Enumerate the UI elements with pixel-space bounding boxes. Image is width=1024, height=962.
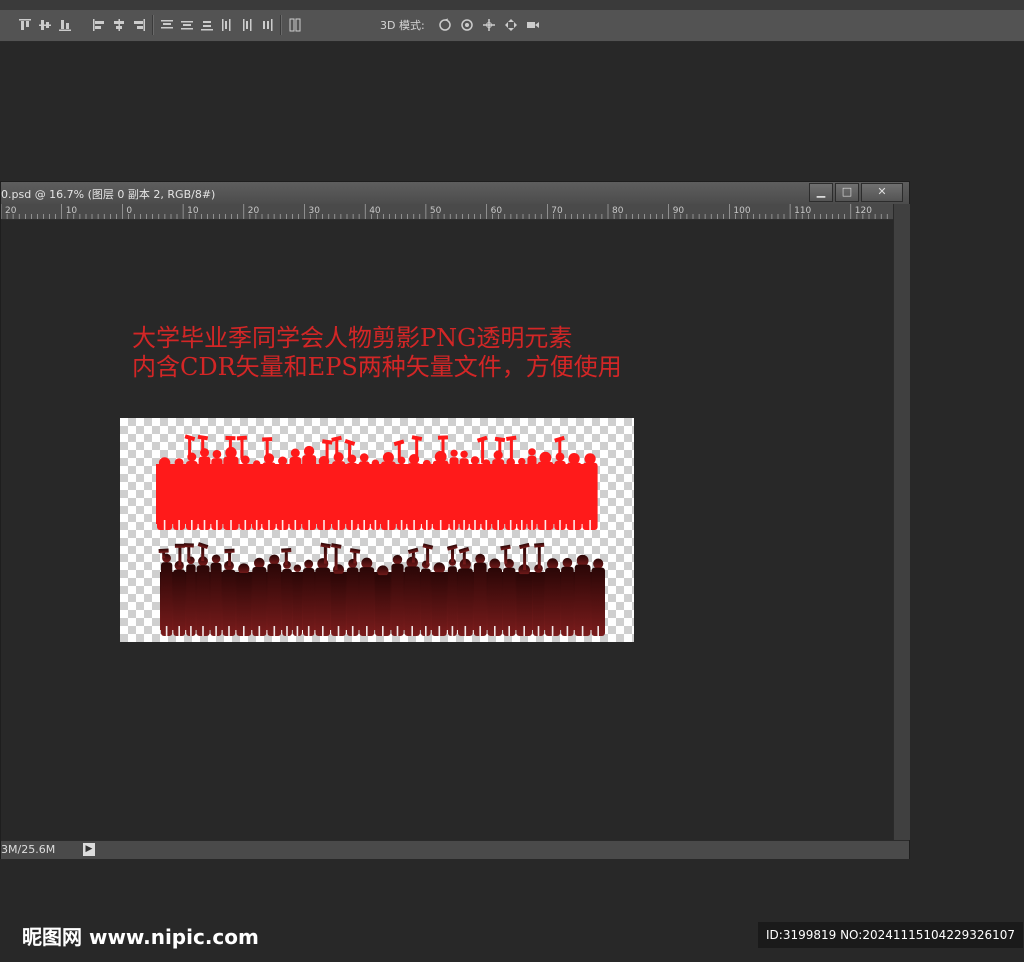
- ruler-label: 80: [612, 206, 624, 216]
- distribute-bottom-icon[interactable]: [200, 18, 214, 32]
- dark-crowd-silhouette: [158, 542, 605, 636]
- ruler-label: 20: [247, 206, 260, 216]
- distribute-left-icon[interactable]: [220, 18, 234, 32]
- canvas-text-line2: 内含CDR矢量和EPS两种矢量文件，方便使用: [132, 353, 622, 381]
- document-titlebar[interactable]: 0.psd @ 16.7% (图层 0 副本 2, RGB/8#) ▁ □ ✕: [1, 182, 909, 204]
- status-bar: 3M/25.6M ▶: [1, 840, 909, 859]
- align-left-icon[interactable]: [92, 18, 106, 32]
- ruler-label: 20: [5, 206, 17, 216]
- ruler-label: 10: [65, 206, 78, 216]
- distribute-top-icon[interactable]: [160, 18, 174, 32]
- ruler-label: 70: [551, 206, 563, 216]
- silhouette-artwork: [120, 418, 634, 642]
- nipic-logo: 昵图网 www.nipic.com: [22, 925, 259, 949]
- 3d-tools-group: [438, 16, 540, 34]
- image-id-label: ID:3199819 NO:20241115104229326107: [758, 922, 1024, 948]
- menu-strip: [0, 0, 1024, 10]
- toolbar-separator: [152, 15, 154, 35]
- ruler-label: 90: [672, 206, 685, 216]
- ruler-label: 50: [429, 206, 442, 216]
- distribute-hcenter-icon[interactable]: [240, 18, 254, 32]
- horizontal-ruler: 20 10 0 10 20 30 40 50 60 70 80 90 100 110 120: [1, 204, 893, 220]
- align-top-icon[interactable]: [18, 18, 32, 32]
- ruler-label: 0: [126, 206, 133, 216]
- window-controls: ▁ □ ✕: [809, 183, 903, 202]
- minimize-button[interactable]: ▁: [809, 183, 833, 202]
- ruler-label: 40: [369, 206, 381, 216]
- ruler-label: 120: [854, 206, 872, 216]
- slide-3d-icon[interactable]: [504, 18, 518, 32]
- align-bottom-icon[interactable]: [58, 18, 72, 32]
- align-vcenter-icon[interactable]: [38, 18, 52, 32]
- distribute-right-icon[interactable]: [260, 18, 274, 32]
- mode-3d-label: 3D 模式:: [380, 19, 425, 32]
- drag-3d-icon[interactable]: [482, 18, 496, 32]
- align-group: [18, 15, 302, 35]
- vertical-scrollbar[interactable]: [893, 204, 910, 840]
- red-crowd-silhouette: [156, 434, 598, 530]
- ruler-label: 60: [490, 206, 503, 216]
- document-size: 3M/25.6M: [1, 843, 56, 856]
- ruler-label: 110: [794, 206, 812, 216]
- roll-3d-icon[interactable]: [460, 18, 474, 32]
- align-hcenter-icon[interactable]: [112, 18, 126, 32]
- status-menu-arrow[interactable]: ▶: [83, 843, 95, 856]
- toolbar-separator: [280, 15, 282, 35]
- auto-align-icon[interactable]: [288, 18, 302, 32]
- distribute-vcenter-icon[interactable]: [180, 18, 194, 32]
- ruler-label: 100: [733, 206, 751, 216]
- crowd-silhouettes: [156, 434, 605, 636]
- scale-3d-icon[interactable]: [526, 18, 540, 32]
- close-button[interactable]: ✕: [861, 183, 903, 202]
- options-bar: 3D 模式:: [0, 0, 1024, 42]
- maximize-button[interactable]: □: [835, 183, 859, 202]
- ruler-label: 10: [187, 206, 199, 216]
- align-right-icon[interactable]: [132, 18, 146, 32]
- ruler-ticks: [1, 204, 888, 219]
- ruler-label: 30: [308, 206, 320, 216]
- rotate-3d-icon[interactable]: [438, 18, 452, 32]
- document-title: 0.psd @ 16.7% (图层 0 副本 2, RGB/8#): [1, 188, 216, 201]
